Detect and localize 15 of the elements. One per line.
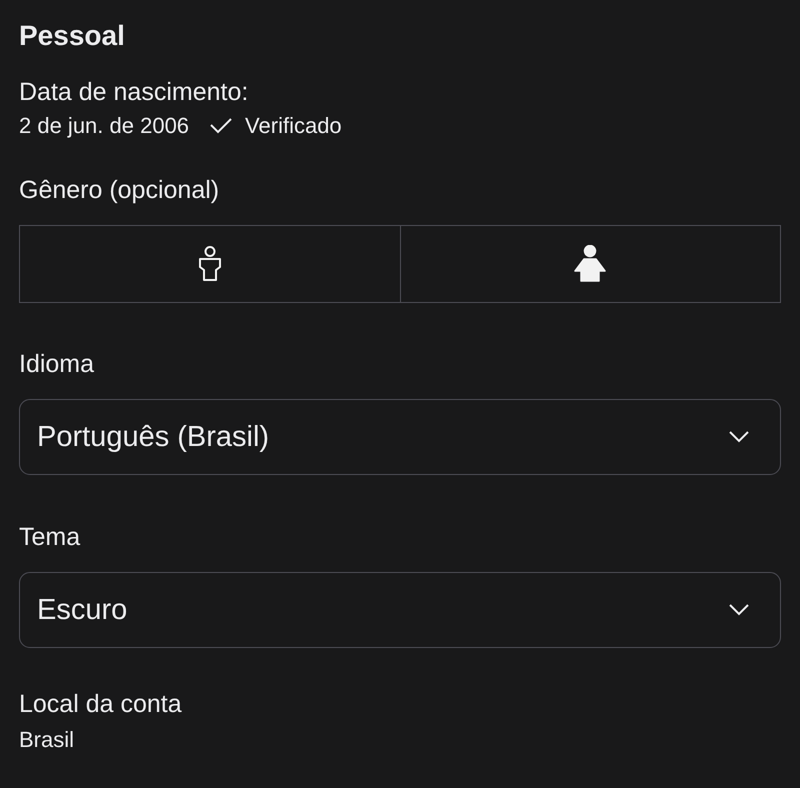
field-label: Local da conta	[19, 690, 182, 719]
male-figure-icon	[196, 246, 223, 282]
dropdown[interactable]: Português (Brasil)	[19, 399, 781, 475]
section-title: Pessoal	[19, 20, 125, 52]
field-label: Data de nascimento:	[19, 78, 248, 107]
field-label: Tema	[19, 523, 80, 552]
field-label: Idioma	[19, 350, 94, 379]
chevron-down-icon	[728, 430, 750, 444]
chevron-down-icon	[728, 603, 750, 617]
verified-status: Verificado	[245, 113, 342, 139]
female-figure-icon	[573, 245, 608, 283]
field-label: Gênero (opcional)	[19, 176, 220, 205]
dropdown[interactable]: Escuro	[19, 572, 781, 648]
birth-date: 2 de jun. de 2006	[19, 113, 190, 139]
account-location: Brasil	[19, 727, 74, 753]
